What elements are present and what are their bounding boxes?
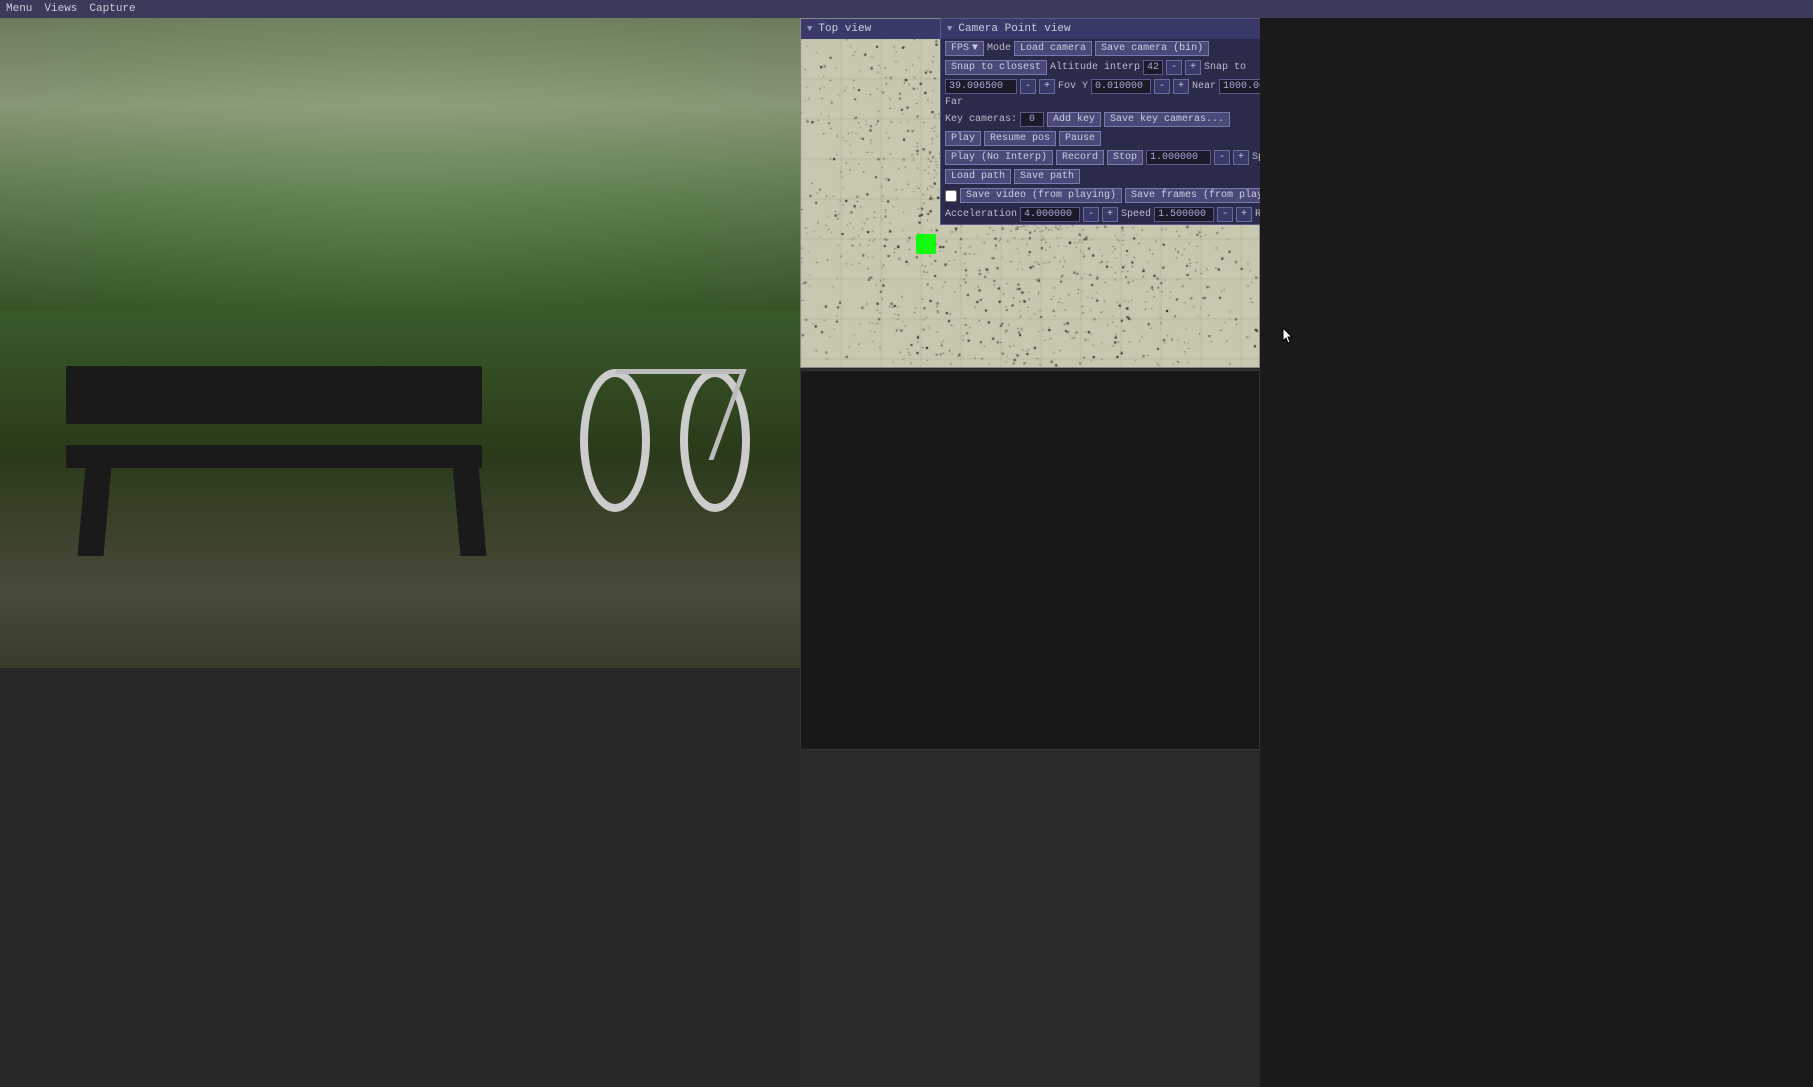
fov-label: Fov Y <box>1058 81 1088 92</box>
speed-value: 1.000000 <box>1146 150 1211 165</box>
fps-label: FPS <box>951 43 969 54</box>
fov-minus[interactable]: - <box>1154 79 1170 94</box>
speed2-label: Speed <box>1121 209 1151 220</box>
far-label: Far <box>945 97 963 108</box>
resume-pos-button[interactable]: Resume pos <box>984 131 1056 146</box>
accel-minus[interactable]: - <box>1083 207 1099 222</box>
topview-label: Top view <box>818 23 871 35</box>
snap-to-label: Snap to <box>1204 62 1246 73</box>
fps-dropdown-icon: ▼ <box>972 43 978 54</box>
save-video-button[interactable]: Save video (from playing) <box>960 188 1122 203</box>
camera-marker <box>916 234 936 254</box>
altitude-plus[interactable]: + <box>1185 60 1201 75</box>
key-cameras-count: 0 <box>1020 112 1044 127</box>
bike <box>560 278 760 538</box>
save-video-checkbox[interactable] <box>945 190 957 202</box>
acceleration-value: 4.000000 <box>1020 207 1080 222</box>
bench-seat <box>66 445 482 468</box>
speed-plus[interactable]: + <box>1233 150 1249 165</box>
record-button[interactable]: Record <box>1056 150 1104 165</box>
accel-plus[interactable]: + <box>1102 207 1118 222</box>
sky-area <box>0 18 800 311</box>
topview-icon: ▼ <box>807 24 812 34</box>
camera-panel-title: Camera Point view <box>958 23 1070 35</box>
photo-background <box>0 18 800 668</box>
play-button[interactable]: Play <box>945 131 981 146</box>
save-key-cameras-button[interactable]: Save key cameras... <box>1104 112 1230 127</box>
bottom-dark-panel <box>800 370 1260 750</box>
menu-item-capture[interactable]: Capture <box>89 3 135 15</box>
altitude-minus[interactable]: - <box>1166 60 1182 75</box>
right-dark-area <box>1260 18 1813 1087</box>
load-camera-button[interactable]: Load camera <box>1014 41 1092 56</box>
stop-button[interactable]: Stop <box>1107 150 1143 165</box>
menubar: Menu Views Capture <box>0 0 1813 18</box>
pos-minus[interactable]: - <box>1020 79 1036 94</box>
fov-plus[interactable]: + <box>1173 79 1189 94</box>
camera-panel-icon: ▼ <box>947 24 952 34</box>
load-path-button[interactable]: Load path <box>945 169 1011 184</box>
pause-button[interactable]: Pause <box>1059 131 1101 146</box>
bench <box>40 278 560 571</box>
play-no-interp-button[interactable]: Play (No Interp) <box>945 150 1053 165</box>
key-cameras-label: Key cameras: <box>945 114 1017 125</box>
acceleration-label: Acceleration <box>945 209 1017 220</box>
speed2-plus[interactable]: + <box>1236 207 1252 222</box>
fov-value: 0.010000 <box>1091 79 1151 94</box>
bench-back <box>66 366 482 425</box>
menu-item-menu[interactable]: Menu <box>6 3 32 15</box>
speed-minus[interactable]: - <box>1214 150 1230 165</box>
pos-plus[interactable]: + <box>1039 79 1055 94</box>
altitude-label: Altitude interp <box>1050 62 1140 73</box>
pos-value: 39.096500 <box>945 79 1017 94</box>
menu-item-views[interactable]: Views <box>44 3 77 15</box>
bench-leg-left <box>77 454 112 556</box>
save-path-button[interactable]: Save path <box>1014 169 1080 184</box>
save-camera-button[interactable]: Save camera (bin) <box>1095 41 1209 56</box>
bench-leg-right <box>452 454 487 556</box>
bottom-area <box>0 668 800 1087</box>
fps-dropdown[interactable]: FPS ▼ <box>945 41 984 56</box>
snap-closest-button[interactable]: Snap to closest <box>945 60 1047 75</box>
add-key-button[interactable]: Add key <box>1047 112 1101 127</box>
altitude-value: 42 <box>1143 60 1163 75</box>
main-viewport <box>0 18 800 668</box>
near-label: Near <box>1192 81 1216 92</box>
mode-label: Mode <box>987 43 1011 54</box>
speed2-value: 1.500000 <box>1154 207 1214 222</box>
speed2-minus[interactable]: - <box>1217 207 1233 222</box>
